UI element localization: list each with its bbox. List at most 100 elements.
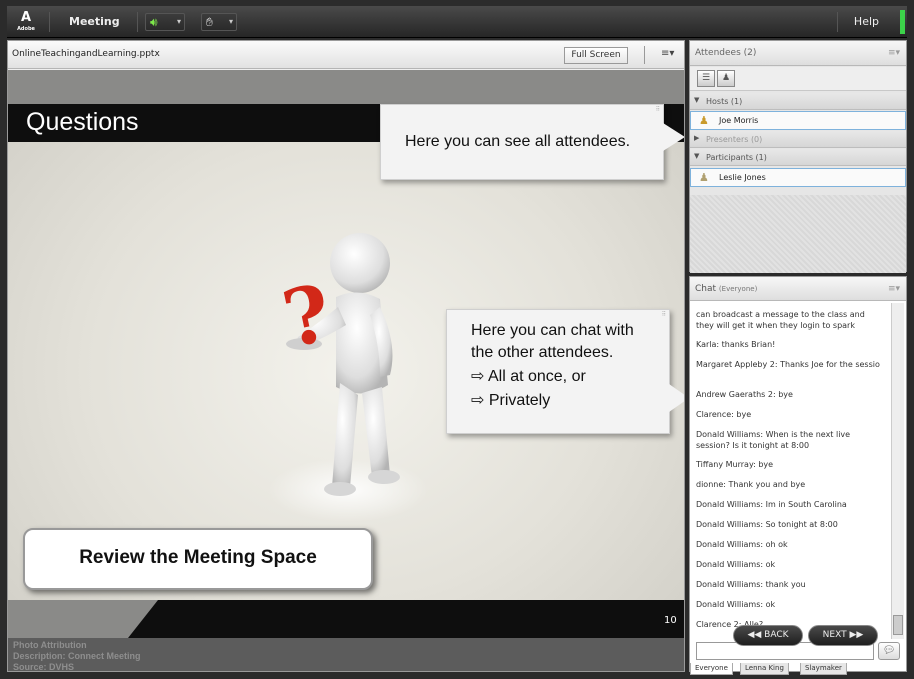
- status-button[interactable]: ✋︎ ▾: [201, 13, 237, 31]
- audio-button[interactable]: 🔊︎ ▾: [145, 13, 185, 31]
- slide-title: Questions: [26, 108, 139, 136]
- chat-message: Donald Williams: Im in South Carolina: [696, 500, 847, 509]
- speech-bubble-icon: 💬︎: [882, 645, 896, 656]
- chat-callout-line: the other attendees.: [471, 344, 614, 361]
- chat-tabs: Everyone Lenna King Slaymaker: [690, 663, 906, 675]
- attribution-footer: Photo Attribution Description: Connect M…: [8, 638, 684, 671]
- chat-message: Donald Williams: oh ok: [696, 540, 788, 549]
- adobe-logo: A Adobe: [15, 10, 37, 34]
- chevron-down-icon: ▼: [694, 96, 700, 104]
- raise-hand-icon: ✋︎: [206, 15, 213, 29]
- attendees-empty-area: [690, 195, 906, 273]
- chat-message: Tiffany Murray: bye: [696, 460, 774, 469]
- attendee-name: Joe Morris: [719, 116, 759, 125]
- chat-callout-line: Here you can chat with: [471, 322, 634, 339]
- chat-title: Chat: [695, 284, 717, 294]
- chat-pod-header: Chat (Everyone) ≡▾: [690, 277, 906, 301]
- arrow-bullet-icon: ⇨: [471, 368, 488, 385]
- next-button[interactable]: NEXT ▶▶: [808, 625, 878, 646]
- chat-scope: (Everyone): [718, 285, 758, 293]
- chevron-down-icon: ▼: [694, 152, 700, 160]
- attribution-line: Photo Attribution: [13, 640, 87, 650]
- attendees-callout-text: Here you can see all attendees.: [405, 133, 631, 150]
- resize-grip-icon: ⠿: [661, 312, 666, 318]
- presenters-section[interactable]: ▶ Presenters (0): [690, 131, 906, 148]
- pod-options-menu-icon[interactable]: ≡▾: [661, 48, 674, 59]
- attribution-line: Description: Connect Meeting: [13, 651, 141, 661]
- divider: [137, 12, 138, 32]
- arrow-bullet-icon: ⇨: [471, 392, 489, 409]
- logo-text: Adobe: [17, 26, 35, 32]
- presentation-slide: Questions ? ⠿ Here you can see all atten…: [8, 70, 684, 671]
- review-label: Review the Meeting Space: [79, 547, 317, 568]
- attendee-host[interactable]: ♟ Joe Morris: [690, 111, 906, 130]
- host-user-icon: ♟: [699, 114, 709, 127]
- attendees-view-toolbar: ☰ ♟: [690, 67, 906, 91]
- list-view-icon[interactable]: ☰: [697, 70, 715, 87]
- send-message-button[interactable]: 💬︎: [878, 642, 900, 660]
- chat-message: can broadcast a message to the class and…: [696, 310, 865, 330]
- chat-tab-everyone[interactable]: Everyone: [690, 663, 733, 675]
- divider: [644, 46, 645, 64]
- attendees-pod-header: Attendees (2) ≡▾: [690, 41, 906, 66]
- chat-message: Karla: thanks Brian!: [696, 340, 776, 349]
- question-figure-illustration: ?: [268, 233, 428, 522]
- hosts-section[interactable]: ▼ Hosts (1): [690, 93, 906, 110]
- review-label-box: Review the Meeting Space: [23, 528, 373, 590]
- participants-label: Participants (1): [706, 153, 767, 162]
- slide-page-number: 10: [664, 615, 677, 626]
- chat-scrollbar[interactable]: [891, 303, 904, 639]
- divider: [49, 12, 50, 32]
- chat-callout-bullet: All at once, or: [487, 368, 586, 385]
- attendees-count: (2): [743, 48, 757, 58]
- participant-user-icon: ♟: [699, 171, 709, 184]
- chat-message: Donald Williams: ok: [696, 560, 776, 569]
- participants-section[interactable]: ▼ Participants (1): [690, 149, 906, 166]
- chat-callout: ⠿ Here you can chat with the other atten…: [446, 309, 684, 434]
- chat-message: Donald Williams: thank you: [696, 580, 806, 589]
- chat-callout-bullet: Privately: [488, 392, 551, 409]
- chat-message: Andrew Gaeraths 2: bye: [696, 390, 793, 399]
- attendee-participant[interactable]: ♟ Leslie Jones: [690, 168, 906, 187]
- scroll-thumb[interactable]: [893, 615, 903, 635]
- attendee-name: Leslie Jones: [719, 173, 766, 182]
- chevron-down-icon: ▾: [176, 17, 181, 26]
- meeting-menu[interactable]: Meeting: [69, 15, 120, 28]
- attribution-line: Source: DVHS: [13, 662, 75, 671]
- hosts-label: Hosts (1): [706, 97, 743, 106]
- presenters-label: Presenters (0): [706, 135, 763, 144]
- attendees-callout: ⠿ Here you can see all attendees.: [380, 104, 684, 180]
- top-menu-bar: A Adobe Meeting 🔊︎ ▾ ✋︎ ▾ Help: [7, 6, 907, 38]
- chat-message: Donald Williams: ok: [696, 600, 776, 609]
- chat-message: Margaret Appleby 2: Thanks Joe for the s…: [696, 360, 880, 369]
- attendees-title: Attendees: [695, 48, 741, 58]
- callout-pointer: [663, 123, 684, 151]
- chat-tab-private[interactable]: Lenna King: [740, 663, 789, 675]
- resize-grip-icon: ⠿: [655, 107, 660, 113]
- callout-pointer: [669, 384, 684, 412]
- chevron-right-icon: ▶: [694, 134, 700, 142]
- slide-top-strip: [8, 70, 684, 104]
- chat-pod: Chat (Everyone) ≡▾ can broadcast a messa…: [689, 276, 907, 675]
- chat-tab-private[interactable]: Slaymaker: [800, 663, 847, 675]
- share-pod: OnlineTeachingandLearning.pptx Full Scre…: [7, 40, 685, 672]
- chat-message: Donald Williams: When is the next live s…: [696, 430, 851, 450]
- chat-message-list: can broadcast a message to the class and…: [693, 305, 889, 635]
- share-pod-header: OnlineTeachingandLearning.pptx Full Scre…: [8, 41, 684, 69]
- full-screen-button[interactable]: Full Screen: [564, 47, 628, 64]
- back-button[interactable]: ◀◀ BACK: [733, 625, 803, 646]
- divider: [837, 12, 838, 32]
- pod-options-menu-icon[interactable]: ≡▾: [888, 284, 900, 294]
- chat-message: dionne: Thank you and bye: [696, 480, 806, 489]
- status-view-icon[interactable]: ♟: [717, 70, 735, 87]
- pod-options-menu-icon[interactable]: ≡▾: [888, 48, 900, 58]
- attendees-pod: Attendees (2) ≡▾ ☰ ♟ ▼ Hosts (1) ♟ Joe M…: [689, 40, 907, 273]
- svg-text:?: ?: [275, 267, 339, 366]
- chat-message: Clarence: bye: [696, 410, 752, 419]
- chevron-down-icon: ▾: [228, 17, 233, 26]
- connection-status-indicator: [900, 10, 905, 34]
- file-name: OnlineTeachingandLearning.pptx: [12, 49, 160, 59]
- chat-message: Donald Williams: So tonight at 8:00: [696, 520, 838, 529]
- help-menu[interactable]: Help: [854, 15, 879, 28]
- speaker-icon: 🔊︎: [150, 15, 158, 29]
